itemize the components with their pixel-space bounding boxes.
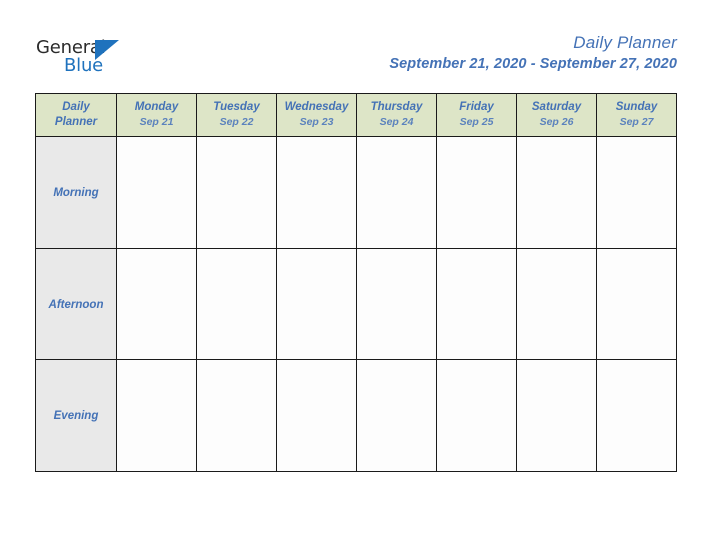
slot-evening-tuesday[interactable]: [196, 359, 277, 472]
slot-evening-wednesday[interactable]: [276, 359, 357, 472]
time-slot-label-evening: Evening: [35, 359, 117, 472]
day-name: Saturday: [531, 101, 582, 113]
page-header: General Blue Daily Planner September 21,…: [0, 0, 712, 93]
slot-morning-monday[interactable]: [116, 136, 197, 249]
corner-label-line1: Daily: [62, 101, 90, 113]
slot-evening-saturday[interactable]: [516, 359, 597, 472]
day-date: Sep 26: [539, 116, 574, 128]
table-row-evening: Evening: [35, 359, 677, 472]
time-slot-label-afternoon: Afternoon: [35, 247, 117, 361]
day-date: Sep 23: [299, 116, 334, 128]
planner-table-container: Daily Planner Monday Sep 21 Tuesday Sep …: [35, 93, 677, 472]
header-day-thursday: Thursday Sep 24: [356, 93, 437, 137]
page-title: Daily Planner: [573, 33, 677, 52]
day-name: Wednesday: [284, 101, 349, 113]
table-header-row: Daily Planner Monday Sep 21 Tuesday Sep …: [35, 93, 677, 137]
header-day-wednesday: Wednesday Sep 23: [276, 93, 357, 137]
slot-morning-saturday[interactable]: [516, 136, 597, 249]
header-day-friday: Friday Sep 25: [436, 93, 517, 137]
time-slot-label-text: Afternoon: [48, 298, 104, 311]
header-corner-cell: Daily Planner: [35, 93, 117, 137]
time-slot-label-morning: Morning: [35, 136, 117, 249]
slot-evening-friday[interactable]: [436, 359, 517, 472]
planner-table: Daily Planner Monday Sep 21 Tuesday Sep …: [35, 93, 677, 472]
table-row-afternoon: Afternoon: [35, 247, 677, 361]
day-date: Sep 25: [459, 116, 494, 128]
slot-evening-sunday[interactable]: [596, 359, 677, 472]
day-name: Sunday: [615, 101, 658, 113]
table-row-morning: Morning: [35, 136, 677, 249]
day-date: Sep 21: [139, 116, 174, 128]
brand-name-blue: Blue: [64, 55, 104, 76]
day-name: Friday: [459, 101, 494, 113]
slot-afternoon-thursday[interactable]: [356, 247, 437, 361]
slot-afternoon-tuesday[interactable]: [196, 247, 277, 361]
day-name: Tuesday: [213, 101, 260, 113]
header-day-monday: Monday Sep 21: [116, 93, 197, 137]
corner-label-line2: Planner: [54, 116, 98, 128]
slot-morning-tuesday[interactable]: [196, 136, 277, 249]
title-block: Daily Planner September 21, 2020 - Septe…: [389, 32, 677, 74]
slot-morning-friday[interactable]: [436, 136, 517, 249]
slot-afternoon-sunday[interactable]: [596, 247, 677, 361]
slot-afternoon-monday[interactable]: [116, 247, 197, 361]
slot-afternoon-wednesday[interactable]: [276, 247, 357, 361]
header-day-sunday: Sunday Sep 27: [596, 93, 677, 137]
day-date: Sep 27: [619, 116, 654, 128]
day-name: Thursday: [370, 101, 423, 113]
slot-afternoon-saturday[interactable]: [516, 247, 597, 361]
header-day-saturday: Saturday Sep 26: [516, 93, 597, 137]
time-slot-label-text: Morning: [53, 187, 99, 200]
date-range-subtitle: September 21, 2020 - September 27, 2020: [389, 56, 677, 72]
header-day-tuesday: Tuesday Sep 22: [196, 93, 277, 137]
slot-evening-thursday[interactable]: [356, 359, 437, 472]
slot-morning-wednesday[interactable]: [276, 136, 357, 249]
brand-logo[interactable]: General Blue: [36, 38, 126, 78]
slot-evening-monday[interactable]: [116, 359, 197, 472]
slot-morning-thursday[interactable]: [356, 136, 437, 249]
day-date: Sep 22: [219, 116, 254, 128]
slot-morning-sunday[interactable]: [596, 136, 677, 249]
day-date: Sep 24: [379, 116, 414, 128]
time-slot-label-text: Evening: [53, 410, 99, 423]
day-name: Monday: [134, 101, 179, 113]
slot-afternoon-friday[interactable]: [436, 247, 517, 361]
